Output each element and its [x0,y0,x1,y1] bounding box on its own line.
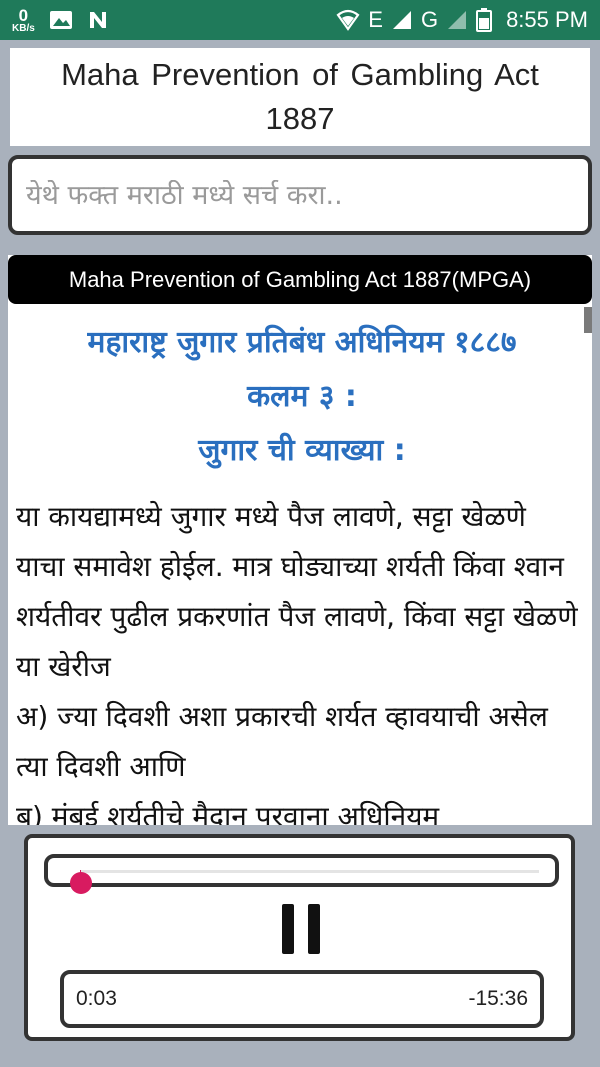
audio-player: 0:03 -15:36 [24,834,575,1041]
status-bar: 0 KB/s E G 8:55 PM [0,0,600,40]
content-scroll-area[interactable]: महाराष्ट्र जुगार प्रतिबंध अधिनियम १८८७ क… [8,304,592,825]
seek-bar[interactable] [44,854,559,894]
paragraph-clause-b: ब) मुंबई शर्यतीचे मैदान परवाना अधिनियम [16,800,440,825]
heading-line-section: कलम ३ : [247,379,357,414]
content-card: Maha Prevention of Gambling Act 1887(MPG… [8,255,592,825]
clock-time: 8:55 PM [506,7,588,32]
seek-track [70,870,539,894]
app-header: Maha Prevention of Gambling Act 1887 [10,48,590,146]
image-icon [49,11,72,29]
battery-icon [476,8,493,32]
network-speed-value: 0 [18,5,29,25]
search-input[interactable] [26,179,574,211]
seek-thumb[interactable] [70,872,93,894]
time-display: 0:03 -15:36 [60,970,544,1028]
search-box[interactable] [8,155,592,235]
paragraph-definition: या कायद्यामध्ये जुगार मध्ये पैज लावणे, स… [16,500,578,683]
network-type-e: E [368,7,383,32]
network-speed: 0 KB/s [12,7,35,34]
body-text: या कायद्यामध्ये जुगार मध्ये पैज लावणे, स… [8,478,592,825]
signal-icon-2 [448,11,467,29]
paragraph-clause-a: अ) ज्या दिवशी अशा प्रकारची शर्यत व्हावया… [16,700,548,783]
network-type-g: G [420,7,439,32]
scrollbar-thumb[interactable] [584,307,592,333]
card-title: Maha Prevention of Gambling Act 1887(MPG… [8,255,592,304]
page-title: Maha Prevention of Gambling Act 1887 [61,57,539,136]
elapsed-time: 0:03 [76,987,117,1010]
wifi-icon [336,9,360,31]
signal-icon [392,11,411,29]
section-heading: महाराष्ट्र जुगार प्रतिबंध अधिनियम १८८७ क… [8,304,592,478]
heading-line-act: महाराष्ट्र जुगार प्रतिबंध अधिनियम १८८७ [87,325,517,360]
pause-icon-bar-right [308,904,320,954]
pause-icon-bar-left [282,904,294,954]
n-app-icon [89,12,106,28]
remaining-time: -15:36 [468,987,528,1010]
network-speed-unit: KB/s [12,22,35,34]
heading-line-definition: जुगार ची व्याख्या : [198,433,406,468]
pause-button[interactable] [282,904,320,954]
